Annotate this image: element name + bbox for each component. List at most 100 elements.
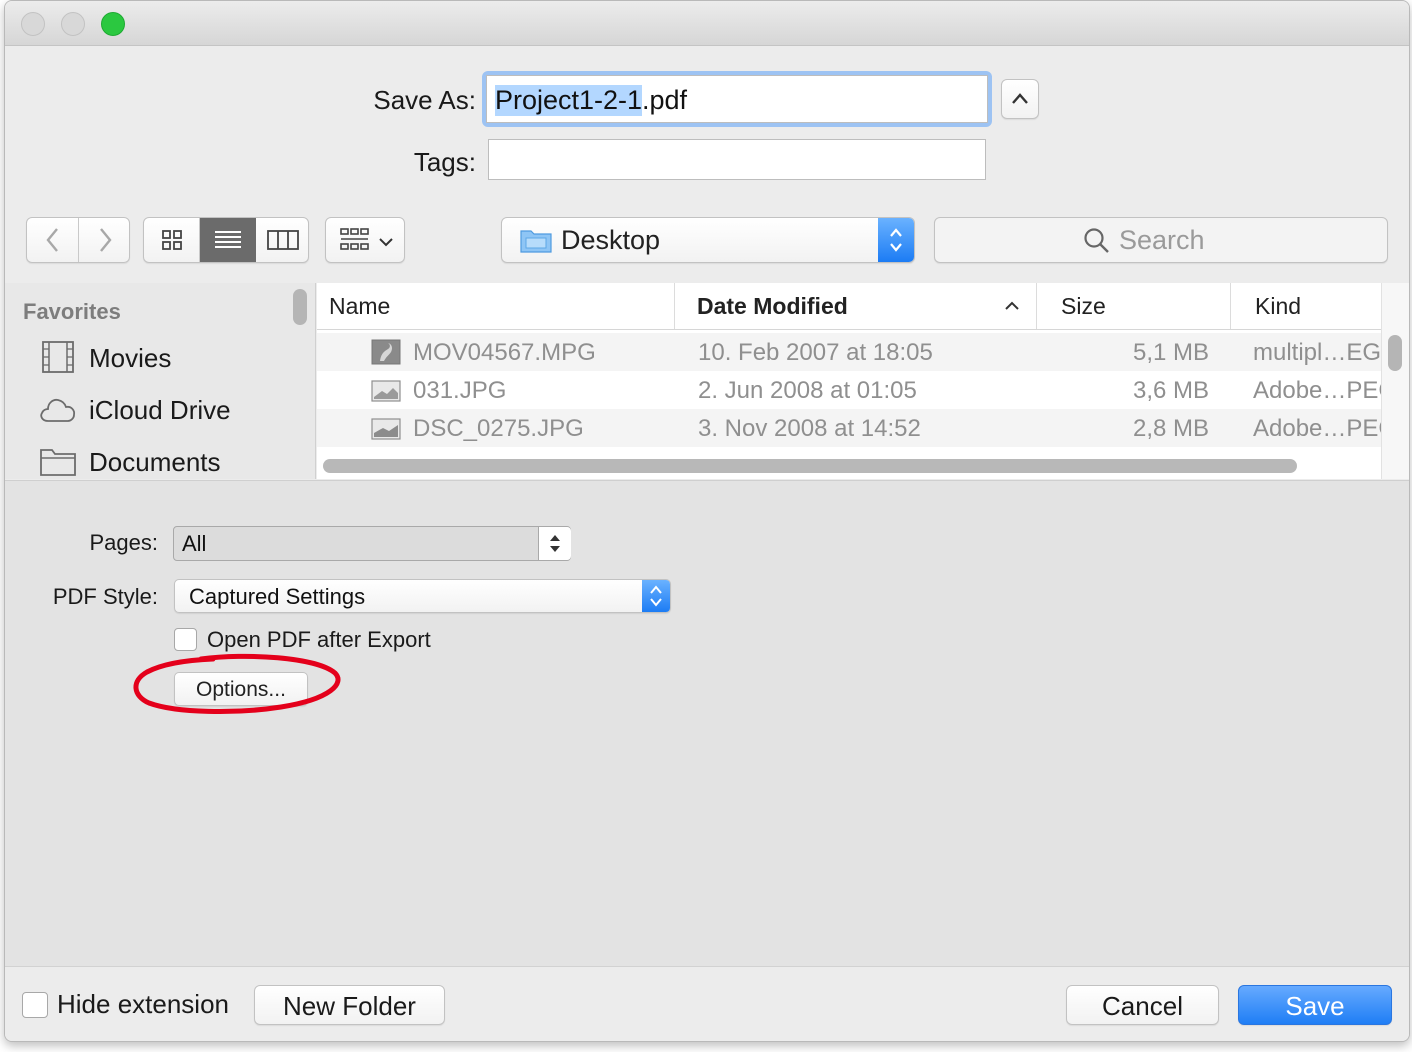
- close-window-button[interactable]: [21, 12, 45, 36]
- export-options-panel: Pages: All PDF Style: Captured Settings …: [5, 480, 1409, 967]
- pdf-style-value: Captured Settings: [189, 584, 366, 609]
- file-kind: Adobe…PEG: [1253, 377, 1381, 404]
- cancel-button[interactable]: Cancel: [1066, 985, 1219, 1025]
- up-down-arrows-icon: [550, 535, 560, 552]
- sidebar-item-label: Movies: [89, 343, 172, 373]
- file-name: 031.JPG: [413, 377, 507, 404]
- vertical-scrollbar[interactable]: [1388, 335, 1402, 371]
- pdf-style-stepper: [642, 580, 670, 612]
- table-row[interactable]: 031.JPG 2. Jun 2008 at 01:05 3,6 MB Adob…: [317, 371, 1381, 409]
- search-field[interactable]: Search: [934, 217, 1388, 263]
- file-date: 10. Feb 2007 at 18:05: [698, 339, 933, 366]
- sidebar-scrollbar[interactable]: [293, 289, 307, 325]
- red-circle-annotation: [133, 653, 341, 715]
- sidebar-item-documents[interactable]: Documents: [5, 439, 305, 479]
- location-stepper: [878, 218, 914, 262]
- image-file-icon: [371, 418, 401, 440]
- columns-icon: [267, 230, 299, 250]
- back-forward-control: [26, 217, 130, 263]
- pdf-style-popup[interactable]: Captured Settings: [174, 579, 671, 613]
- save-as-input[interactable]: Project1-2-1 .pdf: [486, 75, 988, 123]
- column-header-label: Date Modified: [697, 292, 848, 319]
- up-down-arrows-icon: [890, 228, 902, 252]
- column-header-kind[interactable]: Kind: [1231, 283, 1381, 329]
- back-button[interactable]: [27, 218, 79, 262]
- chevron-down-icon: [379, 238, 393, 247]
- save-dialog: Save As: Project1-2-1 .pdf Tags: Desktop…: [4, 0, 1410, 1042]
- icon-view-button[interactable]: [144, 218, 200, 262]
- new-folder-button[interactable]: New Folder: [254, 985, 445, 1025]
- file-size: 5,1 MB: [1132, 339, 1209, 366]
- pages-stepper: [538, 527, 571, 560]
- pages-select[interactable]: All: [173, 526, 571, 561]
- column-view-button[interactable]: [256, 218, 308, 262]
- sidebar-item-label: iCloud Drive: [89, 395, 231, 425]
- location-popup[interactable]: Desktop: [501, 217, 915, 263]
- new-folder-label: New Folder: [283, 991, 416, 1021]
- save-label: Save: [1285, 991, 1345, 1021]
- column-header-label: Kind: [1255, 292, 1302, 319]
- tags-label: Tags:: [413, 147, 476, 177]
- tags-input[interactable]: [488, 139, 986, 180]
- vertical-scroll-track: [1381, 283, 1409, 479]
- cancel-label: Cancel: [1102, 991, 1183, 1021]
- column-header-date-modified[interactable]: Date Modified: [675, 283, 1037, 329]
- table-row[interactable]: MOV04567.MPG 10. Feb 2007 at 18:05 5,1 M…: [317, 333, 1381, 371]
- forward-button[interactable]: [79, 218, 131, 262]
- image-file-icon: [371, 380, 401, 402]
- sidebar: Favorites Movies iCloud Drive Documents: [5, 283, 316, 479]
- chevron-up-icon: [1012, 93, 1028, 104]
- folder-icon: [520, 230, 552, 253]
- hide-extension-checkbox[interactable]: [22, 992, 48, 1018]
- sidebar-item-movies[interactable]: Movies: [5, 335, 305, 381]
- arrange-menu-button[interactable]: [325, 217, 405, 263]
- open-pdf-after-export-label: Open PDF after Export: [207, 627, 431, 652]
- pages-label: Pages:: [89, 530, 159, 555]
- up-down-arrows-icon: [650, 585, 662, 607]
- view-mode-control: [143, 217, 309, 263]
- title-bar: [5, 1, 1409, 46]
- file-size: 3,6 MB: [1132, 377, 1209, 404]
- film-icon: [42, 341, 74, 373]
- column-header-label: Size: [1061, 292, 1106, 319]
- file-list: Name Date Modified Size Kind MOV04567.MP…: [317, 283, 1409, 479]
- dialog-footer: Hide extension New Folder Cancel Save: [5, 966, 1409, 1041]
- list-lines-icon: [215, 231, 241, 248]
- column-header-size[interactable]: Size: [1037, 283, 1231, 329]
- collapse-dialog-button[interactable]: [1001, 79, 1039, 119]
- file-name: MOV04567.MPG: [413, 339, 596, 366]
- group-grid-icon: [340, 228, 369, 250]
- file-name: DSC_0275.JPG: [413, 415, 584, 442]
- filename-selected-text: Project1-2-1: [495, 85, 643, 116]
- open-pdf-after-export-checkbox[interactable]: [174, 628, 197, 651]
- file-date: 2. Jun 2008 at 01:05: [698, 377, 917, 404]
- save-as-label: Save As:: [373, 85, 476, 115]
- list-view-button[interactable]: [200, 218, 256, 262]
- file-size: 2,8 MB: [1132, 415, 1209, 442]
- column-header-name[interactable]: Name: [317, 283, 675, 329]
- sidebar-item-icloud-drive[interactable]: iCloud Drive: [5, 387, 305, 433]
- sort-ascending-icon: [1005, 301, 1019, 310]
- minimize-window-button[interactable]: [61, 12, 85, 36]
- video-file-icon: [371, 339, 401, 365]
- chevron-right-icon: [100, 228, 112, 252]
- location-label: Desktop: [561, 225, 661, 255]
- file-kind: multipl…EG-: [1253, 339, 1381, 366]
- save-button[interactable]: Save: [1238, 985, 1392, 1025]
- cloud-icon: [40, 398, 76, 422]
- filename-extension-text: .pdf: [642, 85, 688, 115]
- horizontal-scrollbar[interactable]: [323, 459, 1297, 473]
- sidebar-item-label: Documents: [89, 447, 221, 477]
- icon-grid-icon: [161, 230, 182, 250]
- zoom-window-button[interactable]: [101, 12, 125, 36]
- chevron-left-icon: [45, 228, 58, 252]
- column-header-label: Name: [329, 292, 391, 319]
- favorites-heading: Favorites: [23, 299, 121, 324]
- folder-icon: [40, 449, 76, 476]
- pages-value: All: [182, 531, 207, 556]
- search-placeholder: Search: [1119, 225, 1205, 255]
- table-row[interactable]: DSC_0275.JPG 3. Nov 2008 at 14:52 2,8 MB…: [317, 409, 1381, 447]
- pdf-style-label: PDF Style:: [52, 584, 158, 609]
- hide-extension-label: Hide extension: [57, 989, 229, 1019]
- file-date: 3. Nov 2008 at 14:52: [698, 415, 921, 442]
